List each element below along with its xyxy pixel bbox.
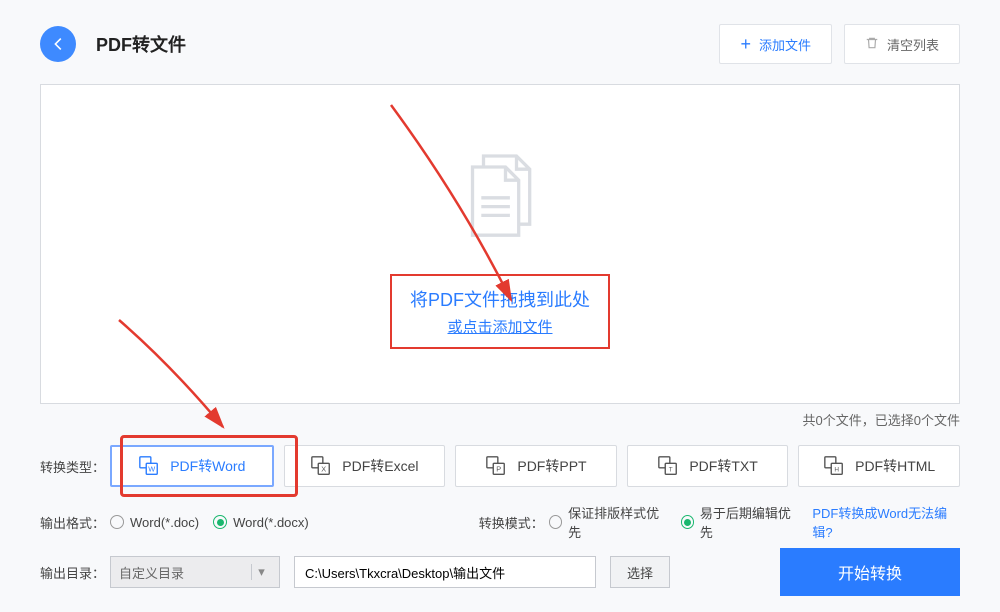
radio-format-docx[interactable]: Word(*.docx) [213,515,309,530]
radio-label: 易于后期编辑优先 [700,503,798,541]
start-convert-button[interactable]: 开始转换 [780,548,960,596]
svg-text:T: T [669,467,673,474]
drop-message-line2[interactable]: 或点击添加文件 [410,316,590,337]
drop-message-box: 将PDF文件拖拽到此处 或点击添加文件 [390,274,610,349]
excel-icon: X [310,455,332,477]
radio-format-doc[interactable]: Word(*.doc) [110,515,199,530]
tab-label: PDF转Excel [342,456,418,476]
tab-pdf-to-word[interactable]: W PDF转Word [110,445,274,487]
radio-mode-edit[interactable]: 易于后期编辑优先 [681,503,799,541]
radio-label: Word(*.docx) [233,515,309,530]
radio-icon [681,515,694,529]
plus-icon: + [740,35,751,53]
tab-pdf-to-excel[interactable]: X PDF转Excel [284,445,446,487]
page-title: PDF转文件 [96,31,186,57]
radio-label: Word(*.doc) [130,515,199,530]
select-value: 自定义目录 [119,563,184,582]
svg-text:X: X [322,465,327,474]
arrow-left-icon [49,35,67,53]
tab-label: PDF转TXT [689,456,757,476]
clear-list-label: 清空列表 [887,35,939,54]
tab-pdf-to-html[interactable]: H PDF转HTML [798,445,960,487]
dropzone[interactable]: 将PDF文件拖拽到此处 或点击添加文件 [40,84,960,404]
help-link[interactable]: PDF转换成Word无法编辑? [812,503,960,541]
output-dir-label: 输出目录： [40,563,110,582]
chevron-down-icon: ▾ [251,564,271,580]
html-icon: H [823,455,845,477]
file-count-status: 共0个文件，已选择0个文件 [0,408,1000,439]
ppt-icon: P [485,455,507,477]
tab-label: PDF转HTML [855,456,935,476]
radio-label: 保证排版样式优先 [568,503,666,541]
svg-text:W: W [148,465,155,474]
clear-list-button[interactable]: 清空列表 [844,24,960,64]
radio-icon [110,515,124,529]
svg-text:H: H [835,467,840,474]
tab-label: PDF转PPT [517,456,586,476]
word-icon: W [138,455,160,477]
output-path-input[interactable] [294,556,596,588]
convert-type-label: 转换类型： [40,457,110,476]
radio-mode-layout[interactable]: 保证排版样式优先 [549,503,667,541]
radio-icon [213,515,227,529]
add-file-label: 添加文件 [759,35,811,54]
drop-message-line1: 将PDF文件拖拽到此处 [410,286,590,312]
add-file-button[interactable]: + 添加文件 [719,24,832,64]
radio-icon [549,515,562,529]
svg-text:P: P [497,465,502,474]
tab-pdf-to-ppt[interactable]: P PDF转PPT [455,445,617,487]
tab-pdf-to-txt[interactable]: T PDF转TXT [627,445,789,487]
output-format-label: 输出格式： [40,513,110,532]
document-stack-icon [445,140,555,260]
back-button[interactable] [40,26,76,62]
trash-icon [865,36,879,53]
txt-icon: T [657,455,679,477]
convert-mode-label: 转换模式： [479,513,549,532]
browse-button[interactable]: 选择 [610,556,670,588]
tab-label: PDF转Word [170,456,245,476]
output-dir-select[interactable]: 自定义目录 ▾ [110,556,280,588]
